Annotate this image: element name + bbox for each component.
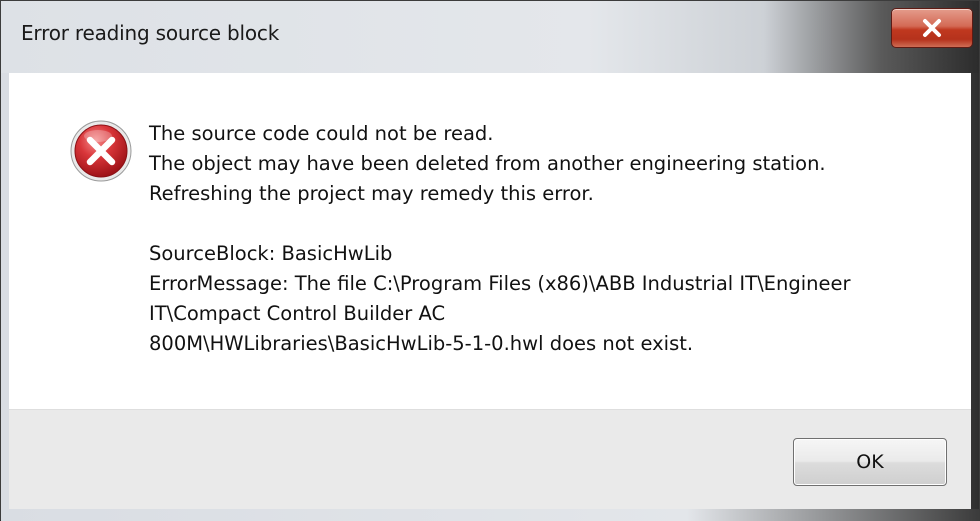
detail-line: ErrorMessage: The file C:\Program Files … [149,272,851,295]
ok-button[interactable]: OK [793,438,947,486]
dialog-content: The source code could not be read. The o… [9,73,971,409]
dialog-footer: OK [9,409,971,510]
message-line: The object may have been deleted from an… [149,152,826,175]
message-line: The source code could not be read. [149,122,494,145]
close-icon [923,19,941,37]
title-bar[interactable]: Error reading source block [1,1,979,73]
error-dialog-window: Error reading source block The source co… [0,0,980,521]
window-title: Error reading source block [21,21,280,45]
message-text: The source code could not be read. The o… [149,119,959,359]
detail-line: IT\Compact Control Builder AC [149,302,446,325]
error-icon [69,119,133,183]
window-bottom-border [1,509,980,521]
close-button[interactable] [891,8,973,48]
message-line: Refreshing the project may remedy this e… [149,182,594,205]
detail-line: 800M\HWLibraries\BasicHwLib-5-1-0.hwl do… [149,332,694,355]
detail-line: SourceBlock: BasicHwLib [149,242,393,265]
